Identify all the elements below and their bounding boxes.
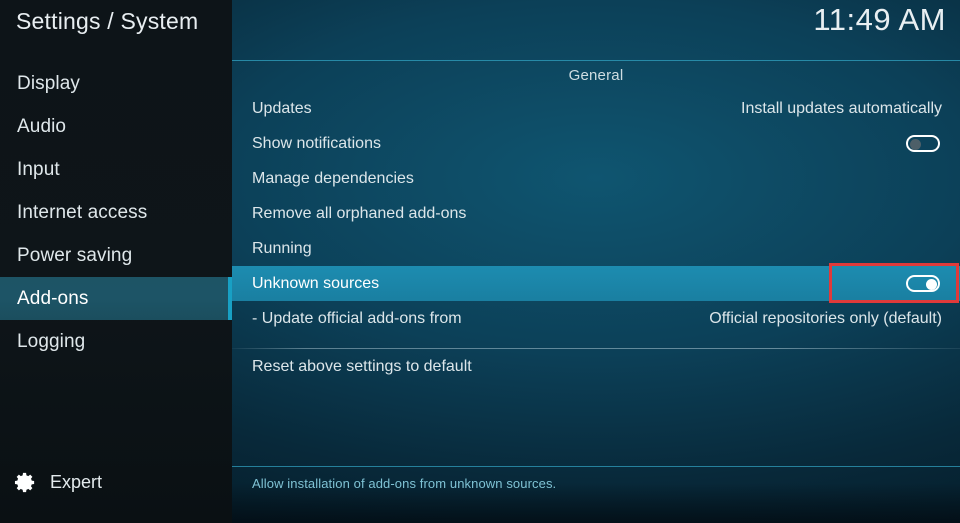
sidebar-item-label: Display	[17, 73, 80, 94]
sidebar-item-logging[interactable]: Logging	[0, 320, 232, 363]
sidebar-item-label: Add-ons	[17, 288, 89, 309]
sidebar-nav-list: Display Audio Input Internet access Powe…	[0, 62, 232, 363]
sidebar-item-audio[interactable]: Audio	[0, 105, 232, 148]
section-title: General	[568, 67, 624, 84]
sidebar-item-label: Internet access	[17, 202, 148, 223]
help-text: Allow installation of add-ons from unkno…	[252, 476, 557, 491]
page-title: Settings / System	[16, 8, 199, 34]
setting-label: Reset above settings to default	[252, 357, 472, 375]
setting-row-updates[interactable]: Updates Install updates automatically	[232, 91, 960, 126]
kodi-settings-screen: Settings / System Display Audio Input In…	[0, 0, 960, 523]
sidebar-item-display[interactable]: Display	[0, 62, 232, 105]
setting-control	[906, 275, 960, 292]
toggle-knob	[909, 138, 921, 150]
settings-content: General Updates Install updates automati…	[232, 61, 960, 465]
footer-divider	[232, 466, 960, 467]
sidebar-footer: Expert	[0, 461, 232, 523]
selected-indicator-bar	[228, 277, 232, 320]
settings-row-list: Updates Install updates automatically Sh…	[232, 91, 960, 384]
sidebar-item-input[interactable]: Input	[0, 148, 232, 191]
setting-value: Install updates automatically	[741, 99, 942, 117]
sidebar-item-label: Logging	[17, 331, 86, 352]
sidebar: Settings / System Display Audio Input In…	[0, 0, 232, 523]
row-spacer	[232, 336, 960, 348]
setting-row-running[interactable]: Running	[232, 231, 960, 266]
sidebar-item-label: Audio	[17, 116, 67, 137]
setting-label: Unknown sources	[252, 274, 380, 292]
setting-label: - Update official add-ons from	[252, 309, 462, 327]
setting-label: Remove all orphaned add-ons	[252, 204, 467, 222]
clock: 11:49 AM	[813, 2, 946, 37]
setting-row-unknown-sources[interactable]: Unknown sources	[232, 263, 960, 303]
settings-level-button[interactable]: Expert	[14, 471, 102, 494]
setting-value: Official repositories only (default)	[709, 309, 942, 327]
sidebar-item-add-ons[interactable]: Add-ons	[0, 277, 232, 320]
sidebar-header: Settings / System	[0, 0, 232, 54]
sidebar-item-internet-access[interactable]: Internet access	[0, 191, 232, 234]
setting-row-remove-orphaned-addons[interactable]: Remove all orphaned add-ons	[232, 196, 960, 231]
sidebar-item-label: Input	[17, 159, 60, 180]
header-divider	[232, 60, 960, 61]
gear-icon	[14, 472, 35, 493]
setting-label: Show notifications	[252, 134, 381, 152]
setting-label: Running	[252, 239, 312, 257]
settings-level-label: Expert	[50, 472, 103, 492]
setting-row-update-official-addons-from[interactable]: - Update official add-ons from Official …	[232, 301, 960, 336]
unknown-sources-toggle[interactable]	[906, 275, 940, 292]
setting-row-manage-dependencies[interactable]: Manage dependencies	[232, 161, 960, 196]
sidebar-item-power-saving[interactable]: Power saving	[0, 234, 232, 277]
setting-row-show-notifications[interactable]: Show notifications	[232, 126, 960, 161]
setting-label: Manage dependencies	[252, 169, 414, 187]
sidebar-item-label: Power saving	[17, 245, 133, 266]
setting-label: Updates	[252, 99, 312, 117]
show-notifications-toggle[interactable]	[906, 135, 940, 152]
setting-row-reset-to-default[interactable]: Reset above settings to default	[232, 349, 960, 384]
setting-control	[906, 135, 960, 152]
toggle-knob	[925, 278, 937, 290]
